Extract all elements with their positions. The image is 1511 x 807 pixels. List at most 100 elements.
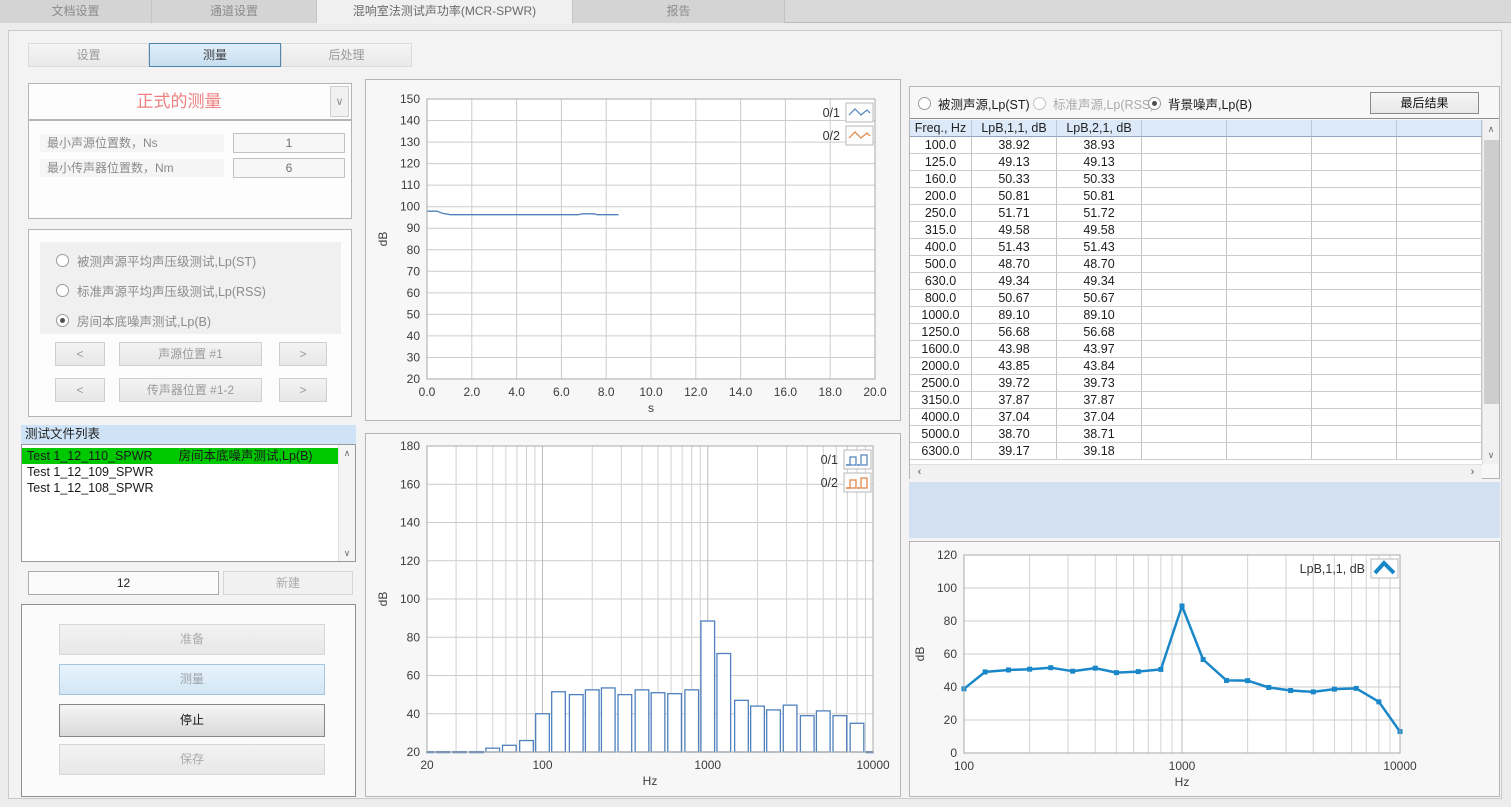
ns-value-field[interactable]: 1 [233,133,345,153]
svg-text:150: 150 [400,92,420,106]
table-row[interactable]: 1600.043.9843.97 [910,341,1482,358]
result-spectrum-chart-panel: 020406080100120100100010000HzdBLpB,1,1, … [909,541,1500,797]
radio-lp-b[interactable]: 房间本底噪声测试,Lp(B) [56,310,211,330]
table-row[interactable]: 3150.037.8737.87 [910,392,1482,409]
scroll-right-icon[interactable]: › [1465,465,1480,479]
measurement-mode-dropdown[interactable]: 正式的测量 ∨ [28,83,352,120]
list-item[interactable]: Test 1_12_108_SPWR [22,480,338,496]
file-count-button[interactable]: 12 [28,571,219,595]
tab-report[interactable]: 报告 [573,0,785,23]
radio-lp-st[interactable]: 被测声源平均声压级测试,Lp(ST) [56,250,256,270]
table-cell [1227,239,1312,256]
table-vertical-scrollbar[interactable]: ∧ ∨ [1482,120,1499,464]
table-row[interactable]: 1250.056.6856.68 [910,324,1482,341]
time-history-chart: 20304050607080901001101201301401500.02.0… [366,80,900,420]
table-row[interactable]: 400.051.4351.43 [910,239,1482,256]
tab-mcr-spwr[interactable]: 混响室法测试声功率(MCR-SPWR) [317,0,573,24]
prepare-button[interactable]: 准备 [59,624,325,655]
table-cell [1227,171,1312,188]
table-cell [1142,307,1227,324]
radio-circle-icon[interactable] [56,314,69,327]
table-cell [1142,137,1227,154]
table-cell [1312,239,1397,256]
table-cell: 1600.0 [910,341,972,358]
last-result-button[interactable]: 最后结果 [1370,92,1479,114]
table-row[interactable]: 2500.039.7239.73 [910,375,1482,392]
table-row[interactable]: 200.050.8150.81 [910,188,1482,205]
subtab-postprocess[interactable]: 后处理 [281,43,412,67]
file-list-scrollbar[interactable]: ∧ ∨ [338,445,355,561]
scroll-down-icon[interactable]: ∨ [1483,448,1499,462]
results-panel: 被测声源,Lp(ST) 标准声源,Lp(RSS) 背景噪声,Lp(B) 最后结果… [909,86,1500,479]
scrollbar-thumb[interactable] [1484,140,1499,404]
table-row[interactable]: 125.049.1349.13 [910,154,1482,171]
stop-button[interactable]: 停止 [59,704,325,737]
table-row[interactable]: 100.038.9238.93 [910,137,1482,154]
measure-button[interactable]: 测量 [59,664,325,695]
table-row[interactable]: 5000.038.7038.71 [910,426,1482,443]
radio-circle-icon[interactable] [1033,97,1046,110]
table-cell [1397,273,1482,290]
mic-position-next-button[interactable]: > [279,378,327,402]
radio-circle-icon[interactable] [918,97,931,110]
tab-document-settings[interactable]: 文档设置 [0,0,152,23]
table-row[interactable]: 315.049.5849.58 [910,222,1482,239]
table-row[interactable]: 630.049.3449.34 [910,273,1482,290]
table-cell [1142,205,1227,222]
column-header [1397,120,1482,137]
source-position-button[interactable]: 声源位置 #1 [119,342,262,366]
svg-text:20.0: 20.0 [863,385,887,399]
subtab-measure[interactable]: 测量 [149,43,281,67]
table-cell [1142,409,1227,426]
radio-circle-icon[interactable] [1148,97,1161,110]
table-row[interactable]: 6300.039.1739.18 [910,443,1482,460]
table-row[interactable]: 160.050.3350.33 [910,171,1482,188]
radio-result-lp-st[interactable]: 被测声源,Lp(ST) [918,93,1030,113]
svg-text:100: 100 [400,592,420,606]
table-cell: 37.87 [1057,392,1142,409]
source-position-next-button[interactable]: > [279,342,327,366]
svg-text:30: 30 [407,350,421,364]
save-button[interactable]: 保存 [59,744,325,775]
mic-position-prev-button[interactable]: < [55,378,105,402]
mic-position-button[interactable]: 传声器位置 #1-2 [119,378,262,402]
radio-lp-rss[interactable]: 标准声源平均声压级测试,Lp(RSS) [56,280,266,300]
nm-value-field[interactable]: 6 [233,158,345,178]
table-row[interactable]: 4000.037.0437.04 [910,409,1482,426]
table-cell [1227,290,1312,307]
table-row[interactable]: 1000.089.1089.10 [910,307,1482,324]
scroll-up-icon[interactable]: ∧ [1483,122,1499,136]
radio-circle-icon[interactable] [56,254,69,267]
table-cell [1142,256,1227,273]
table-cell: 37.04 [972,409,1057,426]
scroll-left-icon[interactable]: ‹ [912,465,927,479]
table-cell [1397,426,1482,443]
source-position-prev-button[interactable]: < [55,342,105,366]
table-cell: 37.87 [972,392,1057,409]
table-cell [1227,256,1312,273]
radio-result-lp-rss[interactable]: 标准声源,Lp(RSS) [1033,93,1154,113]
table-cell: 125.0 [910,154,972,171]
table-row[interactable]: 250.051.7151.72 [910,205,1482,222]
column-header: LpB,1,1, dB [972,120,1057,137]
table-row[interactable]: 800.050.6750.67 [910,290,1482,307]
table-cell [1227,205,1312,222]
radio-result-lp-b[interactable]: 背景噪声,Lp(B) [1148,93,1252,113]
scroll-up-icon[interactable]: ∧ [339,446,355,460]
table-cell: 49.13 [972,154,1057,171]
table-row[interactable]: 2000.043.8543.84 [910,358,1482,375]
table-row[interactable]: 500.048.7048.70 [910,256,1482,273]
svg-text:4.0: 4.0 [508,385,525,399]
new-file-button[interactable]: 新建 [223,571,353,595]
svg-text:40: 40 [407,707,421,721]
table-cell: 3150.0 [910,392,972,409]
radio-circle-icon[interactable] [56,284,69,297]
subtab-setup[interactable]: 设置 [28,43,149,67]
list-item[interactable]: Test 1_12_110_SPWR房间本底噪声测试,Lp(B) [22,448,338,464]
list-item[interactable]: Test 1_12_109_SPWR [22,464,338,480]
tab-channel-settings[interactable]: 通道设置 [152,0,317,23]
table-cell [1397,205,1482,222]
chevron-down-icon[interactable]: ∨ [330,86,349,117]
table-horizontal-scrollbar[interactable]: ‹ › [910,464,1482,479]
scroll-down-icon[interactable]: ∨ [339,546,355,560]
